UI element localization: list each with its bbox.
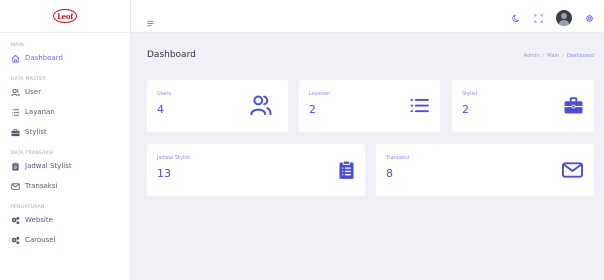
list-icon	[11, 108, 20, 117]
sidebar-item-label: Jadwal Stylist	[25, 162, 72, 170]
moon-icon[interactable]	[512, 8, 521, 27]
sidebar-item-layanan[interactable]: Layanan	[0, 102, 130, 122]
sidebar-item-jadwal-stylist[interactable]: Jadwal Stylist	[0, 156, 130, 176]
card-label: Jadwal Stylist	[157, 155, 191, 161]
home-icon	[11, 54, 20, 63]
breadcrumb: Admin / Main / Dashboard	[524, 53, 594, 59]
stat-card-jadwal-stylist[interactable]: Jadwal Stylist 13	[147, 144, 365, 196]
list-icon	[410, 98, 429, 117]
sidebar: Leof MAIN Dashboard DATA MASTER User Lay…	[0, 0, 131, 280]
stat-card-layanan[interactable]: Layanan 2	[299, 80, 440, 132]
sidebar-item-dashboard[interactable]: Dashboard	[0, 48, 130, 68]
fullscreen-icon[interactable]	[534, 8, 543, 27]
mail-icon	[11, 182, 20, 191]
card-value: 2	[309, 103, 316, 116]
menu-toggle-icon[interactable]	[147, 12, 154, 27]
sidebar-item-website[interactable]: Website	[0, 210, 130, 230]
card-label: Layanan	[309, 91, 331, 97]
clipboard-icon	[11, 161, 20, 171]
card-value: 2	[462, 103, 469, 116]
card-label: Users	[157, 91, 172, 97]
page-title: Dashboard	[147, 50, 196, 60]
breadcrumb-item[interactable]: Main	[547, 53, 559, 59]
nav-section-data-transaksi: DATA TRANSAKSI	[11, 151, 54, 156]
stat-card-transaksi[interactable]: Transaksi 8	[376, 144, 594, 196]
sidebar-item-label: Layanan	[25, 108, 55, 116]
users-icon	[11, 88, 20, 97]
card-value: 13	[157, 167, 171, 180]
sidebar-item-label: Transaksi	[25, 182, 58, 190]
sidebar-item-label: User	[25, 88, 41, 96]
card-label: Transaksi	[386, 155, 410, 161]
brand-logo[interactable]: Leof	[53, 9, 77, 23]
logo-area: Leof	[0, 0, 130, 33]
topbar-actions	[512, 8, 594, 27]
cogs-icon	[11, 216, 20, 225]
gear-icon[interactable]	[585, 8, 594, 27]
topbar	[131, 0, 604, 33]
avatar[interactable]	[556, 9, 572, 26]
users-icon	[250, 95, 272, 119]
sidebar-item-stylist[interactable]: Stylist	[0, 122, 130, 142]
sidebar-item-label: Stylist	[25, 128, 47, 136]
briefcase-icon	[11, 128, 20, 137]
breadcrumb-separator: /	[562, 53, 564, 59]
breadcrumb-separator: /	[542, 53, 545, 59]
briefcase-icon	[564, 97, 583, 118]
sidebar-item-carousel[interactable]: Carousel	[0, 230, 130, 250]
stat-card-users[interactable]: Users 4	[147, 80, 288, 132]
sidebar-item-label: Dashboard	[25, 54, 63, 62]
card-value: 8	[386, 167, 393, 180]
stat-card-stylist[interactable]: Stylist 2	[452, 80, 594, 132]
sidebar-item-label: Website	[25, 216, 53, 224]
mail-icon	[562, 162, 583, 182]
card-label: Stylist	[462, 91, 478, 97]
sidebar-item-user[interactable]: User	[0, 82, 130, 102]
nav-section-pengaturan: PENGATURAN	[11, 205, 45, 210]
nav-section-data-master: DATA MASTER	[11, 77, 46, 82]
sidebar-item-transaksi[interactable]: Transaksi	[0, 176, 130, 196]
sidebar-item-label: Carousel	[25, 236, 56, 244]
card-value: 4	[157, 103, 164, 116]
breadcrumb-item[interactable]: Admin	[524, 53, 540, 59]
nav-section-main: MAIN	[11, 43, 24, 48]
breadcrumb-current: Dashboard	[566, 53, 594, 59]
clipboard-icon	[339, 160, 354, 184]
cogs-icon	[11, 236, 20, 245]
